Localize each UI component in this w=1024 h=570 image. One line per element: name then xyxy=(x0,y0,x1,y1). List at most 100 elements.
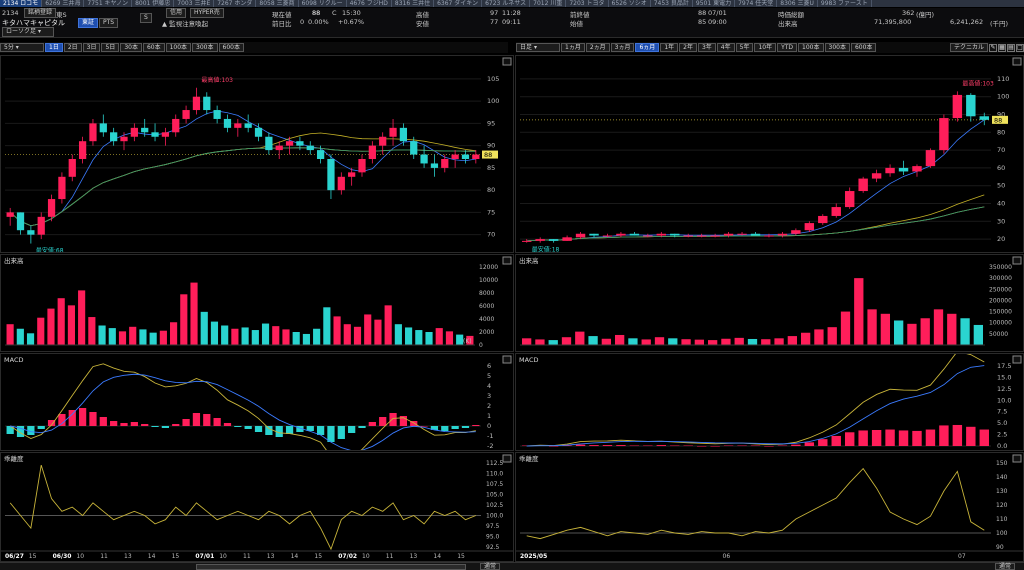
register-button[interactable]: 銘柄登録 xyxy=(24,8,57,18)
ticker-item[interactable]: 9983 ファースト xyxy=(818,0,872,7)
left-macd-pane[interactable]: 6 5 4 3 2 1 0 -1 -2 MACD xyxy=(0,353,514,451)
ticker-item[interactable]: 7003 三井E xyxy=(174,0,215,7)
right-period-button[interactable]: 3ヵ月 xyxy=(610,43,635,52)
candle-body xyxy=(410,141,418,155)
open-value: 88 xyxy=(698,9,707,17)
tab-pts[interactable]: PTS xyxy=(99,18,119,28)
right-period-button[interactable]: 6ヵ月 xyxy=(635,43,660,52)
x-tick-label: 06/30 xyxy=(53,553,72,560)
left-period-button[interactable]: 300本 xyxy=(192,43,218,52)
volume-bar xyxy=(159,330,167,345)
macd-hist-bar xyxy=(58,414,66,426)
candle-body xyxy=(451,154,459,159)
expand-icon[interactable]: □ xyxy=(1016,43,1024,52)
left-scroll-thumb[interactable] xyxy=(196,564,466,570)
y-tick-label: 17.5 xyxy=(997,362,1011,370)
left-menu-select[interactable]: 通常 xyxy=(480,563,501,570)
right-period-button[interactable]: 2年 xyxy=(679,43,697,52)
right-period-button[interactable]: 3年 xyxy=(697,43,716,52)
left-period-button[interactable]: 600本 xyxy=(218,43,244,52)
ticker-item[interactable]: 8306 三菱U xyxy=(777,0,818,7)
technical-button[interactable]: テクニカル xyxy=(949,43,988,52)
high-time: 11:28 xyxy=(502,9,521,17)
osc-line xyxy=(9,464,476,551)
ticker-item[interactable]: 7751 キヤノン xyxy=(84,0,133,7)
candle-body xyxy=(885,167,895,174)
macd-hist-bar xyxy=(912,430,922,446)
x-tick-label: 06/27 xyxy=(5,553,24,560)
right-price-pane[interactable]: 110 100 90 80 70 60 50 40 30 20 88 最高値:103 最安値:18 xyxy=(515,55,1024,253)
ticker-item[interactable]: 2134 ロコモ xyxy=(0,0,43,7)
ticker-item[interactable]: 7203 トヨタ xyxy=(566,0,609,7)
left-period-button[interactable]: 2日 xyxy=(63,43,82,52)
y-tick-label: 107.5 xyxy=(486,481,503,488)
macd-hist-bar xyxy=(844,432,855,446)
right-volume-pane[interactable]: 350000 300000 250000 200000 150000 100000 5000… xyxy=(515,254,1024,352)
ticker-item[interactable]: 4676 フジHD xyxy=(347,0,392,7)
y-tick-label: 30 xyxy=(997,217,1005,225)
candle-body xyxy=(223,118,232,128)
macd-hist-bar xyxy=(130,422,138,426)
candle-body xyxy=(844,191,855,208)
right-period-button[interactable]: 1年 xyxy=(660,43,679,52)
right-period-button[interactable]: 100本 xyxy=(798,43,824,52)
volume-bar xyxy=(840,311,851,345)
right-period-button[interactable]: 1ヵ月 xyxy=(561,43,585,52)
volume-bar xyxy=(588,336,598,345)
left-period-button[interactable]: 1日 xyxy=(45,43,63,52)
right-macd-pane[interactable]: 17.5 15.0 12.5 10.0 7.5 5.0 2.5 0.0 MACD xyxy=(515,353,1024,451)
left-period-button[interactable]: 30本 xyxy=(120,43,142,52)
macd-hist-bar xyxy=(234,426,242,427)
tile-icon[interactable]: ▤ xyxy=(1007,43,1015,52)
ticker-item[interactable]: 8001 伊藤忠 xyxy=(132,0,175,7)
right-period-button[interactable]: 300本 xyxy=(824,43,850,52)
right-period-button[interactable]: 4年 xyxy=(716,43,735,52)
right-period-button[interactable]: 10年 xyxy=(754,43,777,52)
ticker-item[interactable]: 7012 川重 xyxy=(530,0,567,7)
left-price-pane[interactable]: 105 100 95 90 85 80 75 70 88 最高値:103 最安値:68 xyxy=(0,55,514,253)
ticker-item[interactable]: 6367 ダイキン xyxy=(434,0,483,7)
y-tick-label: 4 xyxy=(487,382,491,390)
right-period-button[interactable]: 5年 xyxy=(735,43,754,52)
layout-icon[interactable]: ▦ xyxy=(998,43,1006,52)
ticker-item[interactable]: 8058 三菱商 xyxy=(256,0,299,7)
left-osc-pane[interactable]: 112.5 110.0 107.5 105.0 102.5 100.0 97.5 95.0 92… xyxy=(0,452,514,562)
ticker-item[interactable]: 6098 リクルー xyxy=(299,0,347,7)
tab-tosho[interactable]: 東証 xyxy=(78,18,99,28)
volume-bar xyxy=(535,339,545,345)
ticker-item[interactable]: 7453 良品計 xyxy=(651,0,693,7)
chart-type-select[interactable]: ローソク足 ▾ xyxy=(2,27,54,37)
ticker-item[interactable]: 6269 三井海 xyxy=(42,0,85,7)
volume-bar xyxy=(57,298,65,345)
y-tick-label: 2000 xyxy=(479,329,494,336)
candle-body xyxy=(472,154,480,159)
chart-svg: 112.5 110.0 107.5 105.0 102.5 100.0 97.5 95.0 92… xyxy=(1,454,513,560)
right-menu-select[interactable]: 通常 xyxy=(995,563,1016,570)
left-period-button[interactable]: 60本 xyxy=(142,43,165,52)
left-period-button[interactable]: 5日 xyxy=(101,43,120,52)
right-period-button[interactable]: 600本 xyxy=(850,43,877,52)
ticker-item[interactable]: 7267 ホンダ xyxy=(214,0,257,7)
ticker-item[interactable]: 8316 三井住 xyxy=(392,0,435,7)
volume-bar xyxy=(445,331,454,345)
right-osc-pane[interactable]: 150 140 130 120 110 100 90 2025/05 06 07 乖離度 xyxy=(515,452,1024,562)
right-period-button[interactable]: YTD xyxy=(777,43,798,52)
left-volume-pane[interactable]: 12000 10000 8000 6000 4000 2000 0 (K) 出来高 xyxy=(0,254,514,352)
left-period-button[interactable]: 3日 xyxy=(82,43,101,52)
vol-value: 71,395,800 xyxy=(874,18,912,26)
badge-s[interactable]: S xyxy=(140,13,152,23)
ticker-item[interactable]: 6526 ソシオ xyxy=(609,0,651,7)
ticker-item[interactable]: 6723 ルネサス xyxy=(482,0,531,7)
pane-settings-icon xyxy=(1012,454,1022,463)
volume-bar xyxy=(333,316,341,345)
cur-mark: C xyxy=(332,9,337,17)
macd-hist-bar xyxy=(89,412,97,426)
x-tick-label: 07 xyxy=(958,553,966,560)
left-period-button[interactable]: 100本 xyxy=(165,43,192,52)
ticker-item[interactable]: 9501 東電力 xyxy=(693,0,736,7)
pen-icon[interactable]: ✎ xyxy=(989,43,997,52)
interval-select[interactable]: 5分 ▾ xyxy=(0,43,44,52)
right-chart-select[interactable]: 日足 ▾ xyxy=(516,43,560,52)
right-period-button[interactable]: 2ヵ月 xyxy=(585,43,610,52)
ticker-item[interactable]: 7974 任天堂 xyxy=(735,0,778,7)
